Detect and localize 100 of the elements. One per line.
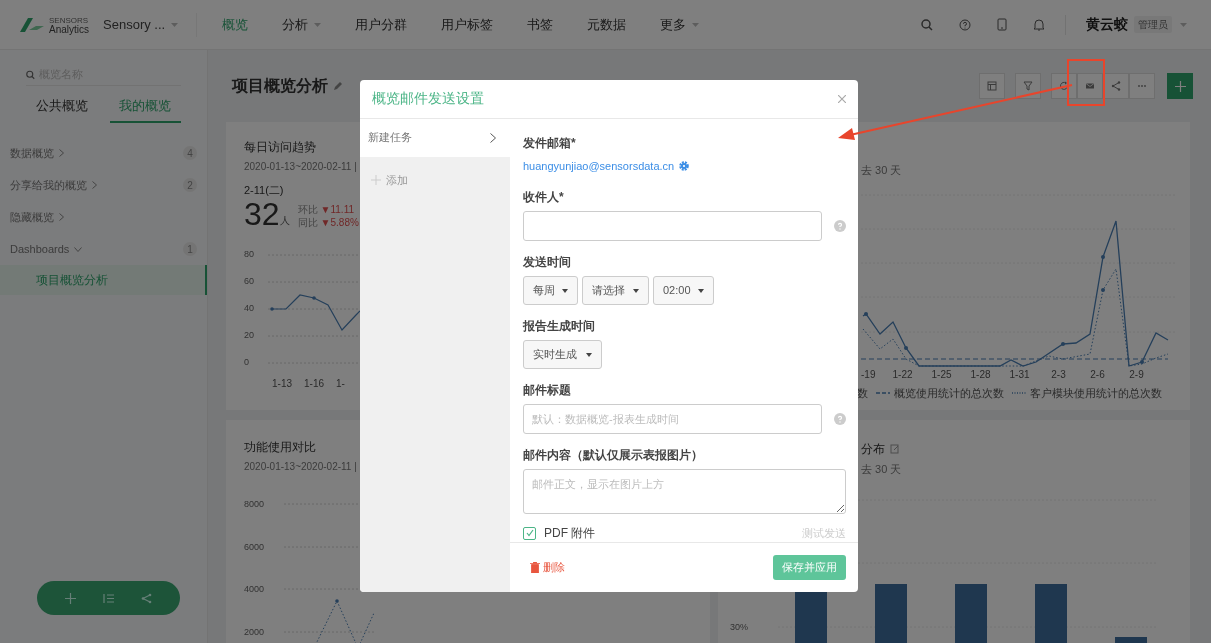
legend-line-icon bbox=[876, 390, 890, 395]
role-badge: 管理员 bbox=[1134, 16, 1172, 33]
axis-tick: -19 bbox=[861, 367, 877, 382]
nav-tab[interactable]: 分析 bbox=[265, 0, 339, 50]
axis-tick: 0 bbox=[244, 355, 249, 369]
field-label: 邮件内容（默认仅展示表报图片） bbox=[523, 447, 703, 464]
axis-tick: 20 bbox=[244, 328, 254, 342]
field-label: 邮件标题 bbox=[523, 382, 571, 399]
axis-tick: 60 bbox=[244, 274, 254, 288]
save-button[interactable]: 保存并应用 bbox=[773, 555, 846, 580]
select-dropdown[interactable]: 02:00 bbox=[653, 276, 714, 305]
checkbox[interactable] bbox=[523, 526, 536, 540]
axis-tick: 1-25 bbox=[930, 367, 953, 382]
card-title: 分布 bbox=[861, 441, 885, 458]
pencil-icon[interactable] bbox=[333, 81, 343, 91]
filter-button[interactable] bbox=[1015, 73, 1041, 99]
comparison-change: ▼11.11 bbox=[320, 202, 355, 216]
help-icon[interactable] bbox=[834, 413, 846, 425]
trash-icon bbox=[530, 562, 540, 573]
date-range: 去 30 天 bbox=[861, 163, 902, 178]
chevron-right-icon bbox=[92, 181, 97, 189]
select-dropdown[interactable]: 请选择 bbox=[582, 276, 649, 305]
axis-tick: 80 bbox=[244, 247, 254, 261]
sender-email[interactable]: huangyunjiao@sensorsdata.cn bbox=[523, 157, 675, 174]
select-dropdown[interactable]: 每周 bbox=[523, 276, 578, 305]
phone-icon[interactable] bbox=[997, 18, 1007, 31]
edit-icon[interactable] bbox=[890, 444, 900, 454]
nav-tab[interactable]: 用户标签 bbox=[424, 0, 511, 50]
axis-tick: 40 bbox=[244, 301, 254, 315]
bar bbox=[955, 583, 987, 643]
search-icon bbox=[26, 69, 35, 80]
nav-tab[interactable]: 用户分群 bbox=[338, 0, 425, 50]
body-field[interactable]: 邮件正文，显示在图片上方 bbox=[523, 469, 846, 514]
legend-label: 数 bbox=[857, 385, 868, 401]
gear-icon[interactable] bbox=[678, 159, 691, 172]
sidebar-tab[interactable]: 公共概览 bbox=[26, 90, 98, 123]
project-selector[interactable]: Sensory ... bbox=[103, 12, 198, 37]
caret-icon bbox=[692, 22, 700, 27]
bar bbox=[875, 583, 907, 643]
axis-tick: 1-16 bbox=[304, 376, 325, 391]
caret-icon bbox=[562, 288, 568, 293]
user-name[interactable]: 黄云蛟 bbox=[1086, 14, 1128, 35]
add-button[interactable] bbox=[1167, 73, 1193, 99]
axis-tick: 1-13 bbox=[272, 376, 292, 391]
layout-button[interactable] bbox=[979, 73, 1005, 99]
share-button[interactable] bbox=[1103, 73, 1129, 99]
check-icon bbox=[525, 529, 534, 537]
axis-tick: 30% bbox=[730, 621, 748, 634]
axis-tick: 4000 bbox=[244, 583, 265, 595]
task-item[interactable]: 新建任务 bbox=[360, 118, 510, 157]
chevron-right-icon bbox=[59, 213, 64, 221]
chevron-right-icon bbox=[59, 149, 64, 157]
axis-tick: 2-3 bbox=[1050, 367, 1067, 382]
caret-icon bbox=[314, 22, 322, 27]
field-label: 收件人* bbox=[523, 189, 564, 206]
filter-icon bbox=[1023, 81, 1033, 91]
select-dropdown[interactable]: 实时生成 bbox=[523, 340, 602, 369]
search-icon[interactable] bbox=[921, 18, 933, 31]
chevron-down-icon bbox=[74, 246, 83, 252]
page-title: 项目概览分析 bbox=[232, 76, 328, 96]
delete-button[interactable]: 删除 bbox=[530, 559, 565, 576]
plus-icon bbox=[371, 174, 381, 185]
share-icon[interactable] bbox=[141, 592, 153, 604]
more-button[interactable] bbox=[1129, 73, 1155, 99]
nav-tab[interactable]: 概览 bbox=[205, 0, 266, 50]
sidebar-tab[interactable]: 我的概览 bbox=[109, 90, 181, 123]
legend-label: 客户模块使用统计的总次数 bbox=[1030, 385, 1162, 401]
list-icon[interactable] bbox=[103, 592, 114, 604]
recipient-field[interactable] bbox=[523, 211, 822, 241]
axis-tick: 6000 bbox=[244, 540, 265, 553]
nav-tab[interactable]: 更多 bbox=[643, 0, 717, 50]
help-icon[interactable] bbox=[834, 220, 846, 232]
field-label: 发送时间 bbox=[523, 254, 571, 271]
plus-icon[interactable] bbox=[64, 592, 76, 604]
sidebar-item[interactable]: 项目概览分析 bbox=[0, 265, 207, 295]
mail-button[interactable] bbox=[1077, 73, 1103, 99]
card-title: 每日访问趋势 bbox=[244, 139, 316, 156]
date-range: 2020-01-13~2020-02-11 | bbox=[244, 160, 357, 174]
axis-tick: 1-22 bbox=[891, 367, 914, 382]
axis-tick: 1-31 bbox=[1008, 367, 1031, 382]
subject-field[interactable]: 默认：数据概览-报表生成时间 bbox=[523, 404, 822, 434]
logo[interactable]: SENSORS Analytics bbox=[20, 15, 89, 34]
caret-icon bbox=[698, 288, 704, 293]
nav-tab[interactable]: 书签 bbox=[510, 0, 571, 50]
caret-icon bbox=[171, 22, 179, 27]
nav-tab[interactable]: 元数据 bbox=[570, 0, 644, 50]
highlight-frame bbox=[1067, 59, 1105, 106]
share-icon bbox=[1111, 81, 1121, 91]
checkbox-label: PDF 附件 bbox=[544, 525, 596, 542]
help-icon[interactable] bbox=[959, 18, 971, 31]
field-label: 发件邮箱* bbox=[523, 134, 576, 152]
date-range: 去 30 天 bbox=[861, 462, 902, 477]
bell-icon[interactable] bbox=[1033, 18, 1045, 31]
axis-tick: 2000 bbox=[244, 625, 265, 638]
add-task-button[interactable]: 添加 bbox=[360, 171, 408, 188]
legend-label: 概览使用统计的总次数 bbox=[894, 385, 1004, 401]
field-label: 报告生成时间 bbox=[523, 318, 595, 335]
axis-tick: 8000 bbox=[244, 498, 265, 510]
close-icon[interactable] bbox=[838, 94, 846, 103]
legend-line-icon bbox=[1012, 390, 1026, 395]
